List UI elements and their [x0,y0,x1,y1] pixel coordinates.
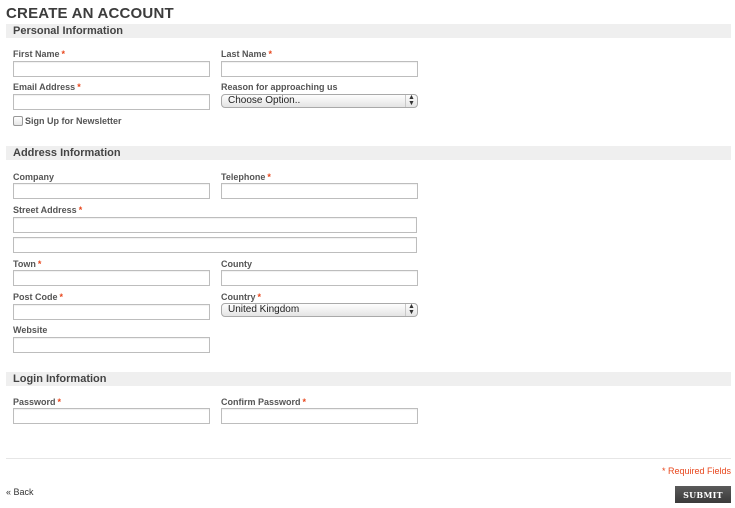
label-text: Post Code [13,292,58,302]
label-text: Confirm Password [221,397,301,407]
select-arrows-icon: ▲ ▼ [405,94,417,107]
confirm-password-input[interactable] [221,408,418,424]
label-text: Telephone [221,172,266,182]
section-header-address: Address Information [6,146,731,160]
newsletter-label[interactable]: Sign Up for Newsletter [25,116,122,126]
password-input[interactable] [13,408,210,424]
street-address-label: Street Address * [13,205,82,215]
section-title: Personal Information [13,25,124,37]
password-label: Password * [13,397,61,407]
required-marker: * [257,292,262,302]
company-input[interactable] [13,183,210,199]
submit-button[interactable]: SUBMIT [675,486,731,503]
country-label: Country * [221,292,261,302]
telephone-input[interactable] [221,183,418,199]
required-fields-note: * Required Fields [661,466,731,476]
last-name-label: Last Name * [221,49,272,59]
last-name-input[interactable] [221,61,418,77]
county-input[interactable] [221,270,418,286]
newsletter-checkbox[interactable] [13,116,23,126]
required-marker: * [59,292,64,302]
section-header-personal: Personal Information [6,24,731,38]
required-marker: * [267,172,271,182]
email-input[interactable] [13,94,210,110]
back-link[interactable]: « Back [6,487,34,497]
reason-selected-value: Choose Option.. [228,95,301,106]
section-title: Address Information [13,147,121,159]
label-text: Street Address [13,205,77,215]
county-label: County [221,259,252,269]
section-header-login: Login Information [6,372,731,386]
label-text: Country [221,292,256,302]
reason-label: Reason for approaching us [221,82,338,92]
town-label: Town * [13,259,41,269]
street-address-line1-input[interactable] [13,217,417,233]
first-name-input[interactable] [13,61,210,77]
town-input[interactable] [13,270,210,286]
label-text: Last Name [221,49,267,59]
label-text: Password [13,397,56,407]
telephone-label: Telephone * [221,172,271,182]
required-marker: * [302,397,307,407]
first-name-label: First Name * [13,49,65,59]
reason-select[interactable]: Choose Option.. ▲ ▼ [221,94,418,108]
required-marker: * [61,49,66,59]
company-label: Company [13,172,55,182]
label-text: First Name [13,49,60,59]
label-text: Email Address [13,82,76,92]
section-title: Login Information [13,373,107,385]
required-marker: * [37,259,42,269]
country-selected-value: United Kingdom [228,304,300,315]
email-label: Email Address * [13,82,81,92]
street-address-line2-input[interactable] [13,237,417,253]
page-title: CREATE AN ACCOUNT [6,5,174,22]
select-arrows-icon: ▲ ▼ [405,303,417,316]
website-label: Website [13,325,48,335]
label-text: Town [13,259,36,269]
required-marker: * [77,82,81,92]
country-select[interactable]: United Kingdom ▲ ▼ [221,303,418,317]
required-marker: * [268,49,273,59]
required-marker: * [78,205,83,215]
website-input[interactable] [13,337,210,353]
post-code-label: Post Code * [13,292,63,302]
required-marker: * [57,397,62,407]
footer-divider [6,458,731,459]
confirm-password-label: Confirm Password * [221,397,306,407]
post-code-input[interactable] [13,304,210,320]
